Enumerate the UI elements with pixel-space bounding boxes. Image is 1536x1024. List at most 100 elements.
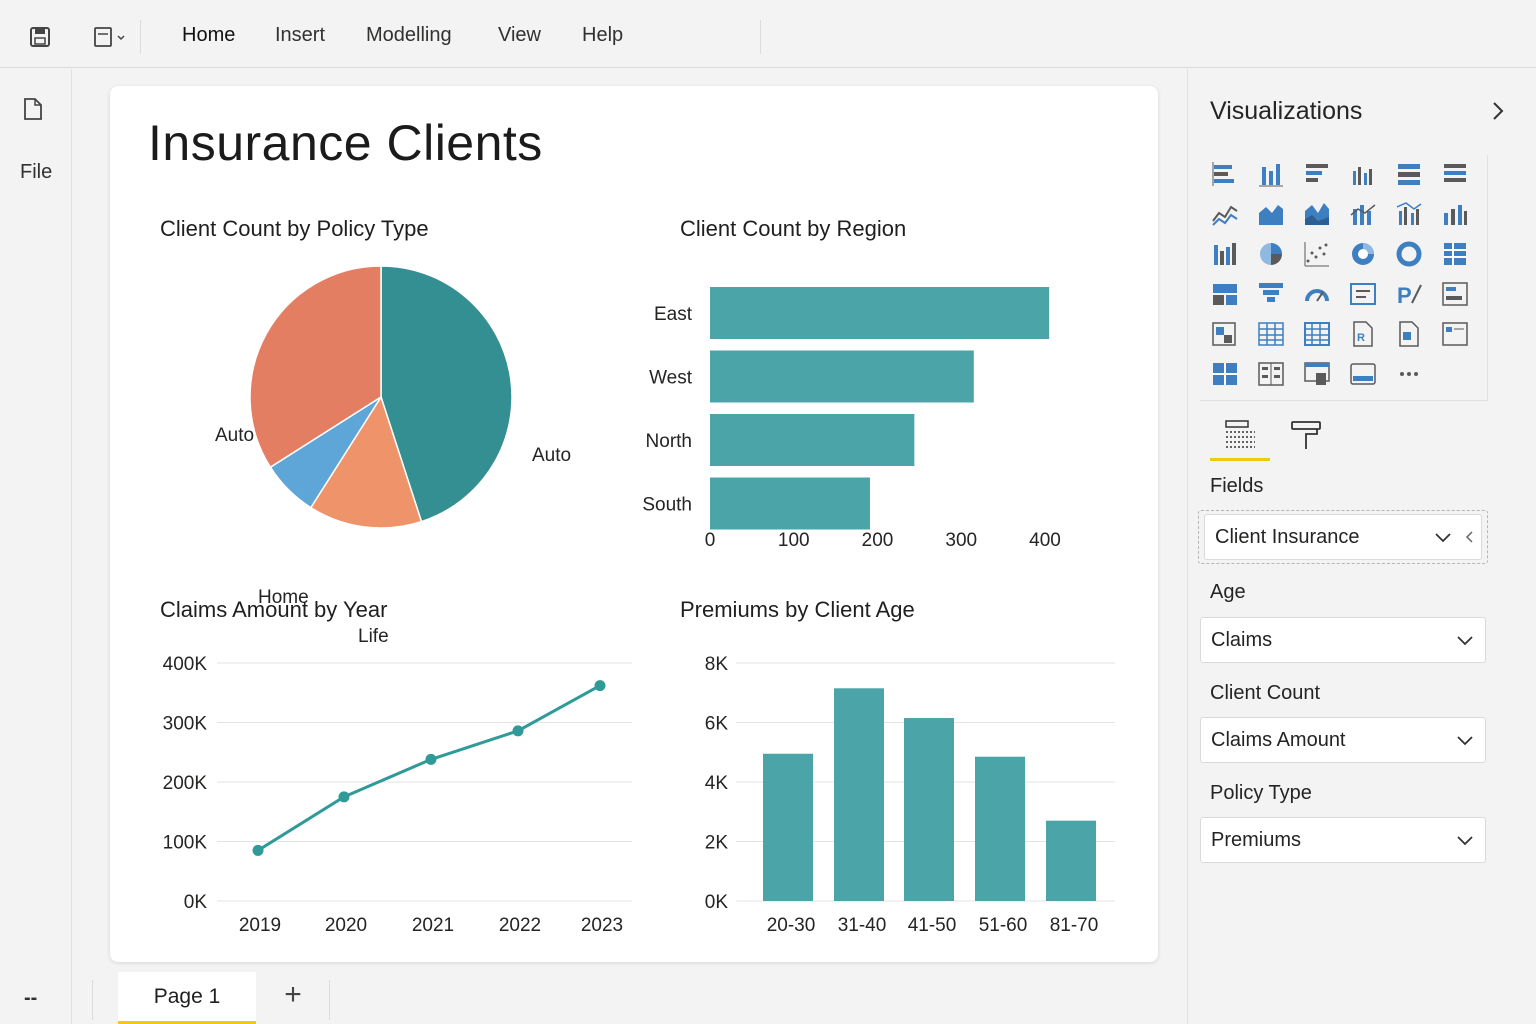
- y-tick-label: 2K: [705, 833, 729, 854]
- smart-narrative-icon[interactable]: [1302, 359, 1332, 389]
- paginated-report-icon[interactable]: [1348, 359, 1378, 389]
- format-tab[interactable]: [1276, 409, 1336, 461]
- svg-text:R: R: [1357, 332, 1365, 344]
- collapse-rail-button[interactable]: --: [24, 987, 37, 1010]
- donut-ring-icon[interactable]: [1394, 239, 1424, 269]
- tab-view[interactable]: View: [498, 24, 541, 47]
- multi-row-card-icon[interactable]: [1440, 279, 1470, 309]
- python-visual-icon[interactable]: [1394, 319, 1424, 349]
- x-tick-label: 300: [945, 530, 977, 551]
- chevron-down-icon: [1457, 836, 1473, 846]
- visual-picker-grid: PR: [1200, 155, 1488, 401]
- svg-text:P: P: [1397, 283, 1412, 308]
- table-icon[interactable]: [1256, 319, 1286, 349]
- 100-bar-icon[interactable]: [1394, 159, 1424, 189]
- y-tick-label: 200K: [163, 773, 208, 794]
- clustered-bar-icon[interactable]: [1302, 159, 1332, 189]
- premiums-column-chart[interactable]: 0K 2K 4K 6K 8K 20-30 31-40 41-50 51-60 81-70: [670, 641, 1140, 946]
- well-age-select[interactable]: Claims: [1200, 617, 1486, 663]
- region-bar-chart[interactable]: East West North South 0 100 200 300 400: [642, 256, 1130, 556]
- tab-modelling[interactable]: Modelling: [366, 24, 452, 47]
- more-visuals-icon[interactable]: [1394, 359, 1424, 389]
- x-tick-label: 31-40: [838, 915, 887, 936]
- x-tick-label: 0: [705, 530, 716, 551]
- stacked-column-icon[interactable]: [1256, 159, 1286, 189]
- x-tick-label: 20-30: [767, 915, 816, 936]
- pie-slice-label: Auto: [532, 445, 571, 466]
- matrix-icon[interactable]: [1302, 319, 1332, 349]
- bar: [904, 718, 954, 901]
- 100-column-icon[interactable]: [1440, 159, 1470, 189]
- waterfall-icon[interactable]: [1210, 239, 1240, 269]
- well-heading-policy-type: Policy Type: [1210, 782, 1312, 804]
- claims-chart-title: Claims Amount by Year: [160, 597, 388, 622]
- dataset-label: Client Insurance: [1215, 525, 1360, 548]
- pie-chart-icon[interactable]: [1256, 239, 1286, 269]
- stacked-area-icon[interactable]: [1302, 199, 1332, 229]
- add-page-button[interactable]: +: [278, 980, 308, 1010]
- dataset-select[interactable]: Client Insurance: [1204, 514, 1482, 560]
- treemap-icon[interactable]: [1440, 239, 1470, 269]
- pie-chart[interactable]: AutoLifeHomeAuto: [170, 251, 630, 647]
- well-heading-client-count: Client Count: [1210, 682, 1321, 704]
- ribbon-divider: [140, 20, 141, 54]
- file-menu[interactable]: File: [20, 161, 52, 184]
- bar: [834, 688, 884, 901]
- chevron-right-icon[interactable]: [1486, 99, 1510, 123]
- fields-tab[interactable]: [1210, 409, 1270, 461]
- kpi-icon[interactable]: P: [1394, 279, 1424, 309]
- file-dropdown-icon[interactable]: [90, 24, 130, 50]
- r-visual-icon[interactable]: R: [1348, 319, 1378, 349]
- decomposition-tree-icon[interactable]: [1210, 359, 1240, 389]
- chevron-down-icon: [1457, 636, 1473, 646]
- fields-tab-icon: [1225, 419, 1255, 448]
- page-tab-1[interactable]: Page 1: [118, 972, 256, 1024]
- x-tick-label: 200: [862, 530, 894, 551]
- scatter-icon[interactable]: [1302, 239, 1332, 269]
- y-tick-label: 8K: [705, 654, 729, 675]
- report-view-icon[interactable]: [22, 97, 46, 123]
- well-client-count-select[interactable]: Claims Amount: [1200, 717, 1486, 763]
- donut-icon[interactable]: [1348, 239, 1378, 269]
- paint-roller-icon: [1291, 421, 1321, 449]
- key-influencers-icon[interactable]: [1440, 319, 1470, 349]
- well-policy-type-select[interactable]: Premiums: [1200, 817, 1486, 863]
- data-point: [512, 725, 524, 737]
- area-chart-icon[interactable]: [1256, 199, 1286, 229]
- pie-slice-label: Auto: [215, 425, 254, 446]
- gauge-icon[interactable]: [1302, 279, 1332, 309]
- x-tick-label: 81-70: [1050, 915, 1099, 936]
- line-column-icon[interactable]: [1348, 199, 1378, 229]
- bar: [763, 753, 813, 901]
- x-tick-label: 2021: [412, 915, 454, 936]
- fields-heading: Fields: [1210, 475, 1264, 497]
- y-tick-label: 100K: [163, 833, 208, 854]
- tab-home[interactable]: Home: [182, 24, 235, 47]
- x-tick-label: 2022: [499, 915, 541, 936]
- clustered-column-icon[interactable]: [1348, 159, 1378, 189]
- pane-title: Visualizations: [1210, 97, 1363, 125]
- slicer-icon[interactable]: [1210, 319, 1240, 349]
- ribbon-chart-icon[interactable]: [1440, 199, 1470, 229]
- stacked-bar-icon[interactable]: [1210, 159, 1240, 189]
- x-tick-label: 2020: [325, 915, 367, 936]
- bar: [975, 756, 1025, 901]
- line-chart-icon[interactable]: [1210, 199, 1240, 229]
- funnel-icon[interactable]: [1256, 279, 1286, 309]
- qa-icon[interactable]: [1256, 359, 1286, 389]
- card-icon[interactable]: [1348, 279, 1378, 309]
- claims-line-chart[interactable]: 0K 100K 200K 300K 400K 2019 2020 2021 2022 2023: [150, 641, 650, 946]
- chevron-left-icon[interactable]: [1463, 529, 1475, 545]
- x-tick-label: 100: [778, 530, 810, 551]
- data-point: [338, 791, 350, 803]
- tab-help[interactable]: Help: [582, 24, 623, 47]
- pagebar-divider: [329, 980, 330, 1020]
- y-tick-label: 4K: [705, 773, 729, 794]
- line-clustered-column-icon[interactable]: [1394, 199, 1424, 229]
- chevron-down-icon: [1435, 533, 1451, 543]
- map-icon[interactable]: [1210, 279, 1240, 309]
- save-icon[interactable]: [27, 24, 53, 50]
- bar: [710, 350, 974, 403]
- y-tick-label: West: [649, 368, 693, 389]
- tab-insert[interactable]: Insert: [275, 24, 325, 47]
